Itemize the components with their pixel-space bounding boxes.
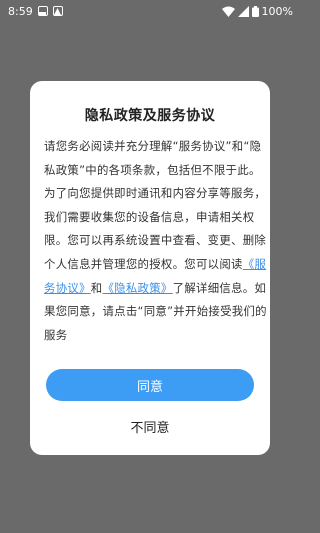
battery-icon <box>251 5 259 17</box>
service-agreement-link[interactable]: 《服 <box>243 257 266 271</box>
service-agreement-link-cont[interactable]: 务协议》 <box>44 281 91 295</box>
body-line-with-link: 个人信息并管理您的授权。您可以阅读《服 <box>44 253 266 277</box>
body-line: 为了向您提供即时通讯和内容分享等服务， <box>44 186 267 201</box>
status-time: 8:59 <box>8 4 33 18</box>
and-text: 和 <box>90 280 103 295</box>
status-left: 8:59 <box>8 5 63 18</box>
body-line: 请您务必阅读并充分理解“服务协议”和“隐 <box>44 139 262 153</box>
privacy-policy-link[interactable]: 《隐私政策》 <box>102 281 172 295</box>
body-text: 个人信息并管理您的授权。您可以阅读 <box>44 256 243 271</box>
body-line: 私政策”中的各项条款，包括但不限于此。 <box>44 162 261 177</box>
after-links-text: 了解详细信息。如 <box>172 280 267 295</box>
status-right: 100% <box>221 4 293 18</box>
body-line: 服务 <box>44 327 68 342</box>
dialog-body: 请您务必阅读并充分理解“服务协议”和“隐 私政策”中的各项条款，包括但不限于此。… <box>44 135 267 347</box>
battery-percent: 100% <box>261 4 293 18</box>
body-line: 限。您可以再系统设置中查看、变更、删除 <box>44 233 267 248</box>
dialog-title: 隐私政策及服务协议 <box>84 108 216 124</box>
body-line: 果您同意，请点击“同意”并开始接受我们的 <box>44 304 267 319</box>
disagree-button[interactable]: 不同意 <box>46 411 254 441</box>
privacy-dialog: 隐私政策及服务协议 请您务必阅读并充分理解“服务协议”和“隐 私政策”中的各项条… <box>30 81 270 455</box>
body-line: 我们需要收集您的设备信息，申请相关权 <box>44 209 255 224</box>
signal-icon <box>237 5 249 17</box>
wifi-icon <box>221 6 235 17</box>
gallery-notification-icon <box>37 6 48 16</box>
app-notification-icon <box>52 6 63 16</box>
body-line-with-links: 务协议》和《隐私政策》了解详细信息。如 <box>44 277 266 301</box>
agree-button[interactable]: 同意 <box>46 369 254 401</box>
status-bar: 8:59 100% <box>0 0 300 22</box>
